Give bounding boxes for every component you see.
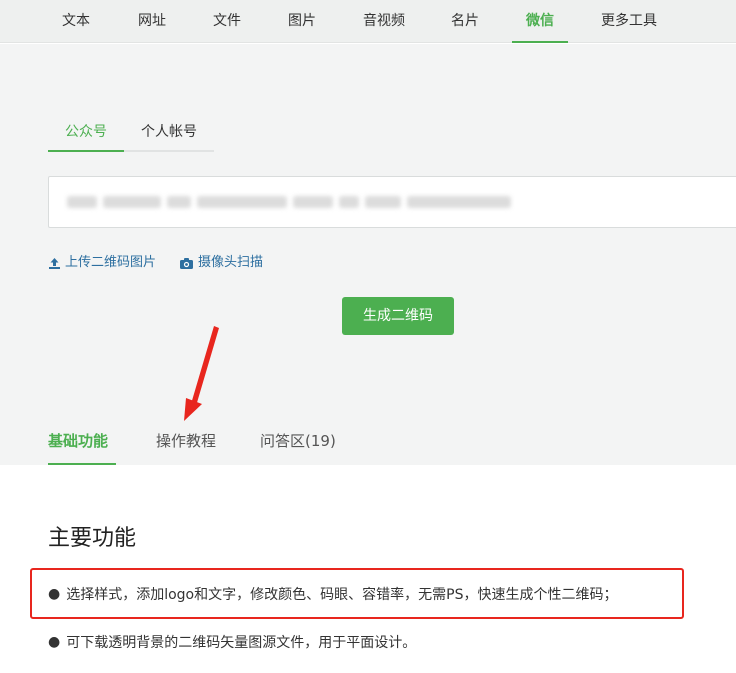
feature-text: 选择样式，添加logo和文字，修改颜色、码眼、容错率，无需PS，快速生成个性二维… [66,587,618,603]
camera-icon [179,257,194,270]
tab-personal-account[interactable]: 个人帐号 [132,121,206,151]
list-item: ● 选择样式，添加logo和文字，修改颜色、码眼、容错率，无需PS，快速生成个性… [48,584,617,604]
bullet: ● [48,586,61,602]
nav-item-url[interactable]: 网址 [136,0,168,43]
nav-item-image[interactable]: 图片 [286,0,318,43]
nav-item-more-tools[interactable]: 更多工具 [599,0,659,43]
subtab-underline [48,150,214,152]
nav-item-wechat[interactable]: 微信 [512,0,568,43]
generate-qr-button[interactable]: 生成二维码 [342,297,454,335]
upload-qr-label: 上传二维码图片 [65,255,157,270]
tab-basic-features[interactable]: 基础功能 [48,430,116,465]
feature-text: 可下载透明背景的二维码矢量图源文件，用于平面设计。 [66,635,417,651]
nav-item-audio-video[interactable]: 音视频 [360,0,408,43]
upload-icon [48,257,61,270]
tab-official-account[interactable]: 公众号 [48,121,124,151]
blurred-input-text [67,196,511,208]
camera-scan-link[interactable]: 摄像头扫描 [179,254,263,272]
tab-tutorial[interactable]: 操作教程 [156,430,222,464]
nav-item-file[interactable]: 文件 [211,0,243,43]
nav-item-card[interactable]: 名片 [449,0,481,43]
account-input[interactable] [48,176,736,228]
top-nav: 文本 网址 文件 图片 音视频 名片 微信 更多工具 [0,0,736,43]
upload-qr-link[interactable]: 上传二维码图片 [48,254,156,272]
bullet: ● [48,634,61,650]
list-item: ● 可下载透明背景的二维码矢量图源文件，用于平面设计。 [48,632,416,652]
section-title: 主要功能 [48,526,137,551]
tab-qa[interactable]: 问答区(19) [260,430,340,464]
nav-item-text[interactable]: 文本 [60,0,92,43]
camera-scan-label: 摄像头扫描 [198,255,264,270]
